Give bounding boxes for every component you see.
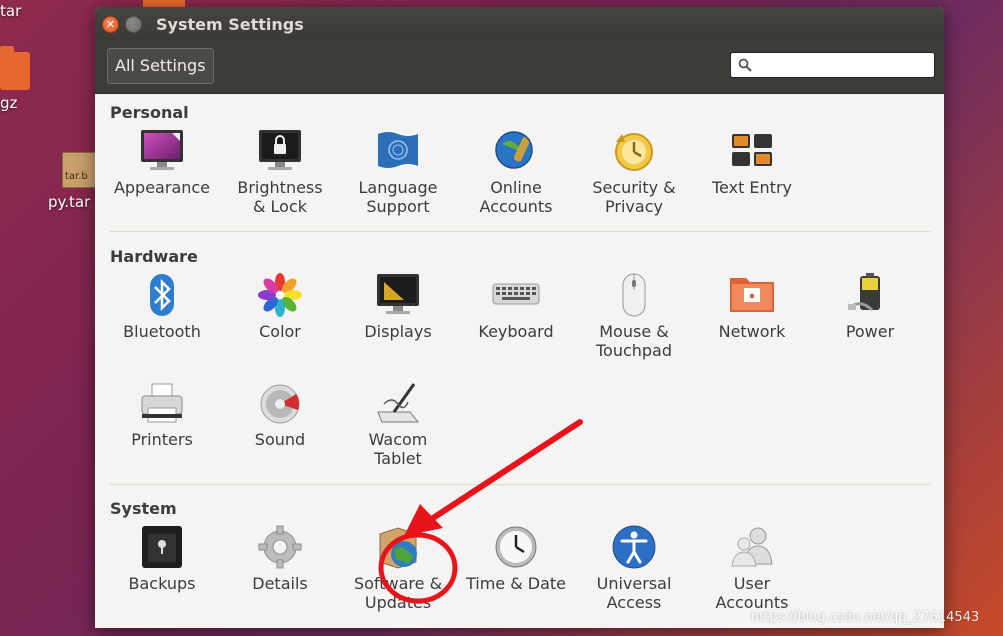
minimize-button[interactable]: [125, 15, 142, 33]
item-label: Keyboard: [478, 322, 554, 341]
color-icon: [256, 272, 304, 318]
user-accounts-icon: [728, 524, 776, 570]
item-label: Software & Updates: [353, 574, 443, 612]
item-security-privacy[interactable]: Security & Privacy: [575, 128, 693, 216]
system-settings-window: ✕ System Settings All Settings Personal …: [95, 7, 944, 628]
item-sound[interactable]: Sound: [221, 380, 339, 449]
item-universal-access[interactable]: Universal Access: [575, 524, 693, 612]
clock-icon: [492, 524, 540, 570]
software-updates-icon: [374, 524, 422, 570]
item-brightness-lock[interactable]: Brightness & Lock: [221, 128, 339, 216]
item-power[interactable]: Power: [811, 272, 929, 341]
item-label: Mouse & Touchpad: [595, 322, 673, 360]
search-field[interactable]: [730, 52, 935, 78]
lock-icon: [256, 128, 304, 174]
item-language-support[interactable]: Language Support: [339, 128, 457, 216]
item-keyboard[interactable]: Keyboard: [457, 272, 575, 341]
item-label: Network: [718, 322, 786, 341]
desktop-label-py-tar[interactable]: py.tar: [48, 193, 90, 211]
displays-icon: [374, 272, 422, 318]
section-title-system: System: [110, 499, 177, 518]
language-flag-icon: [374, 128, 422, 174]
close-icon: ✕: [105, 17, 116, 31]
window-title: System Settings: [156, 14, 304, 34]
power-icon: [846, 272, 894, 318]
archive-icon-label: tar.b: [65, 171, 88, 182]
item-label: Displays: [364, 322, 432, 341]
network-icon: [728, 272, 776, 318]
toolbar: All Settings: [95, 41, 944, 94]
item-label: Printers: [131, 430, 193, 449]
item-mouse-touchpad[interactable]: Mouse & Touchpad: [575, 272, 693, 360]
desktop-folder-icon[interactable]: [0, 46, 30, 90]
text-entry-icon: [728, 128, 776, 174]
item-printers[interactable]: Printers: [103, 380, 221, 449]
item-label: Bluetooth: [123, 322, 201, 341]
section-title-personal: Personal: [110, 103, 189, 122]
close-button[interactable]: ✕: [102, 15, 119, 33]
item-wacom-tablet[interactable]: Wacom Tablet: [339, 380, 457, 468]
separator: [110, 231, 931, 232]
item-user-accounts[interactable]: User Accounts: [693, 524, 811, 612]
sound-icon: [256, 380, 304, 426]
item-network[interactable]: Network: [693, 272, 811, 341]
desktop-label-gz[interactable]: gz: [0, 94, 17, 112]
watermark: https://blog.csdn.net/qq_27614543: [751, 610, 980, 625]
item-details[interactable]: Details: [221, 524, 339, 593]
item-bluetooth[interactable]: Bluetooth: [103, 272, 221, 341]
item-label: Online Accounts: [479, 178, 553, 216]
printer-icon: [138, 380, 186, 426]
item-label: Sound: [254, 430, 306, 449]
desktop-archive-icon[interactable]: tar.b: [62, 152, 98, 188]
item-label: Universal Access: [596, 574, 672, 612]
item-label: Security & Privacy: [592, 178, 676, 216]
item-label: Appearance: [113, 178, 211, 197]
wacom-tablet-icon: [374, 380, 422, 426]
item-time-date[interactable]: Time & Date: [457, 524, 575, 593]
keyboard-icon: [492, 272, 540, 318]
item-label: Power: [845, 322, 895, 341]
separator: [110, 484, 931, 485]
all-settings-button[interactable]: All Settings: [107, 48, 214, 84]
backups-icon: [138, 524, 186, 570]
appearance-icon: [138, 128, 186, 174]
item-label: User Accounts: [715, 574, 789, 612]
search-icon: [738, 58, 752, 72]
item-appearance[interactable]: Appearance: [103, 128, 221, 197]
item-label: Backups: [128, 574, 196, 593]
mouse-icon: [610, 272, 658, 318]
bluetooth-icon: [138, 272, 186, 318]
item-software-updates[interactable]: Software & Updates: [339, 524, 457, 612]
item-online-accounts[interactable]: Online Accounts: [457, 128, 575, 216]
item-displays[interactable]: Displays: [339, 272, 457, 341]
item-label: Brightness & Lock: [237, 178, 323, 216]
item-text-entry[interactable]: Text Entry: [693, 128, 811, 197]
titlebar: ✕ System Settings: [95, 7, 944, 41]
item-color[interactable]: Color: [221, 272, 339, 341]
item-label: Details: [252, 574, 308, 593]
item-label: Time & Date: [465, 574, 567, 593]
item-label: Text Entry: [711, 178, 792, 197]
details-gear-icon: [256, 524, 304, 570]
universal-access-icon: [610, 524, 658, 570]
desktop-label-tar[interactable]: tar: [0, 2, 21, 20]
item-backups[interactable]: Backups: [103, 524, 221, 593]
item-label: Wacom Tablet: [368, 430, 428, 468]
search-input[interactable]: [759, 55, 933, 77]
item-label: Color: [259, 322, 301, 341]
item-label: Language Support: [358, 178, 438, 216]
online-accounts-icon: [492, 128, 540, 174]
security-privacy-icon: [610, 128, 658, 174]
section-title-hardware: Hardware: [110, 247, 198, 266]
